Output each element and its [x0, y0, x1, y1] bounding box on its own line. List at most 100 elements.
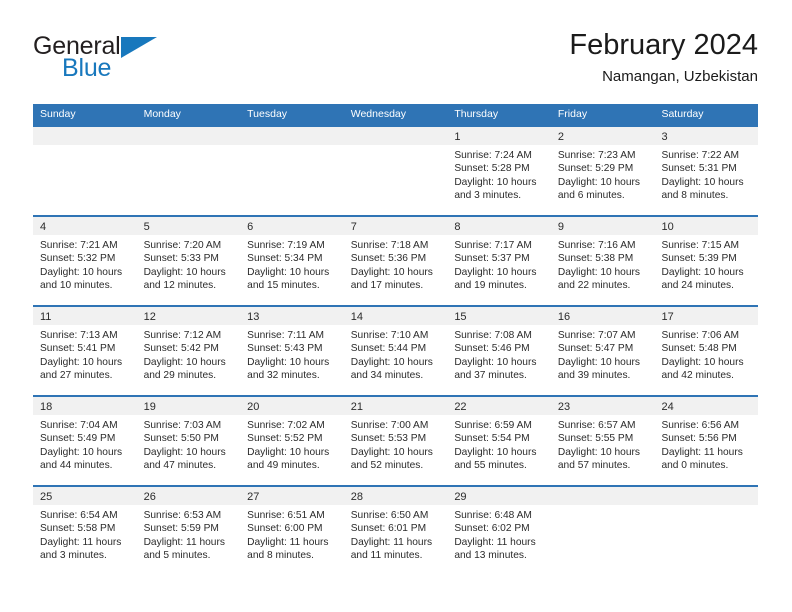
day-cell[interactable]: 27 Sunrise: 6:51 AM Sunset: 6:00 PM Dayl… [240, 487, 344, 575]
day-number: 20 [247, 401, 260, 413]
day-cell[interactable]: 19 Sunrise: 7:03 AM Sunset: 5:50 PM Dayl… [136, 397, 241, 485]
day-details: Sunrise: 7:00 AM Sunset: 5:53 PM Dayligh… [344, 415, 448, 472]
sunrise-line: Sunrise: 7:02 AM [247, 420, 325, 431]
day-cell[interactable]: 17 Sunrise: 7:06 AM Sunset: 5:48 PM Dayl… [654, 307, 759, 395]
day-cell[interactable] [136, 127, 241, 215]
day-cell[interactable]: 26 Sunrise: 6:53 AM Sunset: 5:59 PM Dayl… [136, 487, 241, 575]
daylight-line-1: Daylight: 11 hours [143, 536, 225, 548]
day-cell[interactable]: 4 Sunrise: 7:21 AM Sunset: 5:32 PM Dayli… [33, 217, 137, 305]
logo-triangle-icon [121, 37, 157, 58]
daylight-line-1: Daylight: 11 hours [350, 536, 433, 548]
page-header: General Blue February 2024 Namangan, Uzb… [33, 28, 758, 94]
day-cell[interactable]: 15 Sunrise: 7:08 AM Sunset: 5:46 PM Dayl… [447, 307, 551, 395]
day-cell[interactable]: 20 Sunrise: 7:02 AM Sunset: 5:52 PM Dayl… [240, 397, 344, 485]
sunrise-line: Sunrise: 7:24 AM [454, 150, 532, 161]
daylight-line-2: and 22 minutes. [557, 279, 631, 291]
sunset-line: Sunset: 5:29 PM [557, 163, 634, 175]
sunrise-line: Sunrise: 7:10 AM [350, 330, 429, 341]
day-cell[interactable]: 16 Sunrise: 7:07 AM Sunset: 5:47 PM Dayl… [550, 307, 655, 395]
day-cell[interactable] [550, 487, 655, 575]
sunset-line: Sunset: 6:01 PM [350, 523, 427, 535]
daylight-line-1: Daylight: 11 hours [40, 536, 122, 548]
day-cell[interactable]: 2 Sunrise: 7:23 AM Sunset: 5:29 PM Dayli… [550, 127, 655, 215]
daylight-line-1: Daylight: 10 hours [557, 446, 641, 458]
day-cell[interactable]: 9 Sunrise: 7:16 AM Sunset: 5:38 PM Dayli… [550, 217, 655, 305]
sunrise-line: Sunrise: 7:19 AM [247, 240, 325, 251]
day-details: Sunrise: 7:12 AM Sunset: 5:42 PM Dayligh… [137, 325, 241, 382]
sunset-line: Sunset: 5:58 PM [40, 523, 116, 535]
daylight-line-1: Daylight: 10 hours [247, 446, 330, 458]
day-details: Sunrise: 7:17 AM Sunset: 5:37 PM Dayligh… [447, 235, 551, 292]
day-cell[interactable]: 8 Sunrise: 7:17 AM Sunset: 5:37 PM Dayli… [447, 217, 551, 305]
daylight-line-2: and 10 minutes. [40, 279, 113, 291]
day-cell[interactable]: 7 Sunrise: 7:18 AM Sunset: 5:36 PM Dayli… [343, 217, 448, 305]
sunset-line: Sunset: 5:49 PM [40, 433, 116, 445]
day-cell[interactable]: 23 Sunrise: 6:57 AM Sunset: 5:55 PM Dayl… [550, 397, 655, 485]
day-details: Sunrise: 7:06 AM Sunset: 5:48 PM Dayligh… [654, 325, 758, 382]
sunrise-line: Sunrise: 7:04 AM [40, 420, 118, 431]
sunset-line: Sunset: 5:48 PM [661, 343, 737, 355]
day-number: 9 [557, 221, 565, 233]
day-cell[interactable]: 18 Sunrise: 7:04 AM Sunset: 5:49 PM Dayl… [33, 397, 137, 485]
daylight-line-1: Daylight: 10 hours [454, 266, 537, 278]
daylight-line-2: and 24 minutes. [661, 279, 734, 291]
sunset-line: Sunset: 5:28 PM [454, 163, 530, 175]
day-cell[interactable] [240, 127, 344, 215]
day-cell[interactable] [33, 127, 137, 215]
day-number: 17 [661, 311, 674, 323]
day-cell[interactable] [654, 487, 759, 575]
day-number: 8 [454, 221, 461, 233]
day-cell[interactable]: 11 Sunrise: 7:13 AM Sunset: 5:41 PM Dayl… [33, 307, 137, 395]
day-cell[interactable]: 14 Sunrise: 7:10 AM Sunset: 5:44 PM Dayl… [343, 307, 448, 395]
day-number-band: 21 [343, 397, 448, 415]
day-cell[interactable]: 10 Sunrise: 7:15 AM Sunset: 5:39 PM Dayl… [654, 217, 759, 305]
day-details: Sunrise: 7:23 AM Sunset: 5:29 PM Dayligh… [551, 145, 655, 202]
daylight-line-2: and 11 minutes. [350, 549, 423, 561]
day-number-band: 18 [33, 397, 137, 415]
day-cell[interactable]: 6 Sunrise: 7:19 AM Sunset: 5:34 PM Dayli… [240, 217, 344, 305]
day-number: 13 [247, 311, 260, 323]
day-number: 2 [557, 131, 565, 143]
day-details: Sunrise: 6:50 AM Sunset: 6:01 PM Dayligh… [344, 505, 448, 562]
daylight-line-2: and 27 minutes. [40, 369, 113, 381]
weekday-header-monday: Monday [143, 108, 181, 120]
day-number: 26 [143, 491, 156, 503]
day-number-band [550, 487, 655, 505]
sunrise-line: Sunrise: 7:16 AM [557, 240, 636, 251]
daylight-line-2: and 8 minutes. [247, 549, 314, 561]
day-number-band: 17 [654, 307, 759, 325]
day-details: Sunrise: 7:18 AM Sunset: 5:36 PM Dayligh… [344, 235, 448, 292]
day-cell[interactable]: 28 Sunrise: 6:50 AM Sunset: 6:01 PM Dayl… [343, 487, 448, 575]
day-details: Sunrise: 6:54 AM Sunset: 5:58 PM Dayligh… [33, 505, 137, 562]
day-cell[interactable]: 5 Sunrise: 7:20 AM Sunset: 5:33 PM Dayli… [136, 217, 241, 305]
day-number-band: 5 [136, 217, 241, 235]
day-number: 18 [40, 401, 53, 413]
day-number: 19 [143, 401, 156, 413]
day-cell[interactable]: 1 Sunrise: 7:24 AM Sunset: 5:28 PM Dayli… [447, 127, 551, 215]
daylight-line-2: and 49 minutes. [247, 459, 320, 471]
day-number-band [654, 487, 759, 505]
day-cell[interactable]: 21 Sunrise: 7:00 AM Sunset: 5:53 PM Dayl… [343, 397, 448, 485]
day-details: Sunrise: 6:53 AM Sunset: 5:59 PM Dayligh… [137, 505, 241, 562]
day-cell[interactable]: 25 Sunrise: 6:54 AM Sunset: 5:58 PM Dayl… [33, 487, 137, 575]
day-cell[interactable]: 13 Sunrise: 7:11 AM Sunset: 5:43 PM Dayl… [240, 307, 344, 395]
daylight-line-2: and 29 minutes. [143, 369, 217, 381]
general-blue-logo[interactable]: General Blue [33, 32, 223, 88]
day-cell[interactable]: 29 Sunrise: 6:48 AM Sunset: 6:02 PM Dayl… [447, 487, 551, 575]
day-number-band: 6 [240, 217, 344, 235]
day-details: Sunrise: 7:07 AM Sunset: 5:47 PM Dayligh… [551, 325, 655, 382]
day-cell[interactable]: 22 Sunrise: 6:59 AM Sunset: 5:54 PM Dayl… [447, 397, 551, 485]
day-details: Sunrise: 6:51 AM Sunset: 6:00 PM Dayligh… [240, 505, 344, 562]
sunrise-line: Sunrise: 6:59 AM [454, 420, 532, 431]
day-number: 23 [557, 401, 571, 413]
day-cell[interactable] [343, 127, 448, 215]
day-cell[interactable]: 3 Sunrise: 7:22 AM Sunset: 5:31 PM Dayli… [654, 127, 759, 215]
sunrise-line: Sunrise: 6:53 AM [143, 510, 222, 521]
day-number-band: 10 [654, 217, 759, 235]
day-cell[interactable]: 12 Sunrise: 7:12 AM Sunset: 5:42 PM Dayl… [136, 307, 241, 395]
sunrise-line: Sunrise: 7:12 AM [143, 330, 222, 341]
sunrise-line: Sunrise: 7:21 AM [40, 240, 118, 251]
day-number: 4 [40, 221, 47, 233]
day-details: Sunrise: 7:04 AM Sunset: 5:49 PM Dayligh… [33, 415, 137, 472]
day-cell[interactable]: 24 Sunrise: 6:56 AM Sunset: 5:56 PM Dayl… [654, 397, 759, 485]
